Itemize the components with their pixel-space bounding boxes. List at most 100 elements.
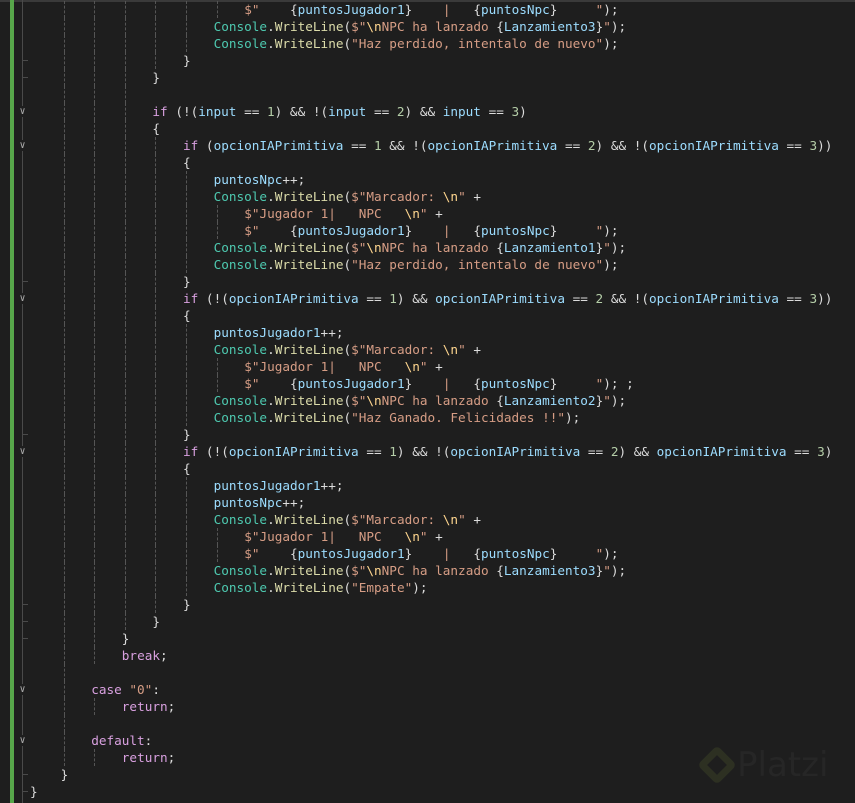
indent-guide (63, 443, 65, 460)
code-line[interactable]: Console.WriteLine("Haz perdido, intental… (214, 256, 619, 273)
code-line[interactable]: if (!(opcionIAPrimitiva == 1) && !(opcio… (183, 443, 832, 460)
code-line[interactable]: break; (122, 647, 168, 664)
code-line[interactable]: Console.WriteLine($"Marcador: \n" + (214, 511, 481, 528)
code-line[interactable]: Console.WriteLine($"Marcador: \n" + (214, 341, 481, 358)
indent-guide (63, 290, 65, 307)
code-line[interactable]: default: (91, 732, 152, 749)
indent-guide (155, 375, 157, 392)
code-line[interactable]: $"Jugador 1| NPC \n" + (244, 358, 443, 375)
token-str: " (419, 359, 428, 374)
fold-chevron-icon[interactable]: ∨ (17, 106, 28, 117)
token-num: 2 (587, 138, 596, 153)
code-line[interactable]: } (183, 273, 191, 290)
code-editor[interactable]: $" {puntosJugador1} | {puntosNpc} "); Con… (0, 0, 855, 803)
code-line[interactable]: $" {puntosJugador1} | {puntosNpc} "); (244, 545, 618, 562)
indent-guide (124, 443, 126, 460)
code-line[interactable]: Console.WriteLine("Empate"); (214, 579, 428, 596)
code-line[interactable]: return; (122, 749, 175, 766)
token-pun: { (183, 308, 191, 323)
code-line[interactable]: Console.WriteLine($"\nNPC ha lanzado {La… (214, 18, 627, 35)
indent-guide (155, 18, 157, 35)
token-pun: . (267, 342, 275, 357)
fold-chevron-icon[interactable]: ∨ (17, 293, 28, 304)
token-pun: + (435, 206, 443, 221)
token-pun (282, 104, 290, 119)
fold-end-marker (22, 621, 28, 622)
indent-guide (63, 239, 65, 256)
token-pun: { (473, 2, 482, 17)
code-line[interactable]: $" {puntosJugador1} | {puntosNpc} "); (244, 1, 618, 18)
indent-guide (124, 596, 126, 613)
indent-guide (94, 52, 96, 69)
token-pun: ) (603, 546, 611, 561)
code-line[interactable]: Console.WriteLine($"Marcador: \n" + (214, 188, 481, 205)
code-line[interactable]: $" {puntosJugador1} | {puntosNpc} "); ; (244, 375, 634, 392)
token-pun: ( (205, 291, 214, 306)
token-pun: { (290, 223, 298, 238)
code-line[interactable]: Console.WriteLine("Haz perdido, intental… (214, 35, 619, 52)
token-cls: Console (213, 36, 268, 51)
code-line[interactable]: puntosJugador1++; (214, 324, 344, 341)
code-line[interactable]: Console.WriteLine($"\nNPC ha lanzado {La… (214, 239, 627, 256)
token-pun: = (496, 104, 504, 119)
code-line[interactable]: if (!(input == 1) && !(input == 2) && in… (152, 103, 526, 120)
token-id: puntosNpc (481, 546, 550, 561)
code-line[interactable]: } (152, 613, 160, 630)
code-line[interactable]: if (!(opcionIAPrimitiva == 1) && opcionI… (183, 290, 832, 307)
token-str: " (603, 563, 611, 578)
code-line[interactable]: case "0": (91, 681, 160, 698)
code-line[interactable]: } (61, 766, 69, 783)
code-line[interactable]: puntosNpc++; (214, 494, 306, 511)
token-pun: ; (335, 325, 344, 340)
token-num: 2 (396, 104, 405, 119)
token-id: puntosJugador1 (297, 2, 405, 17)
indent-guide (155, 171, 157, 188)
token-pun: ) (618, 444, 627, 459)
code-line[interactable]: } (183, 52, 191, 69)
indent-guide (94, 613, 96, 630)
code-line[interactable]: } (183, 426, 191, 443)
code-line[interactable]: } (30, 783, 38, 800)
indent-guide (124, 307, 126, 324)
code-line[interactable]: $" {puntosJugador1} | {puntosNpc} "); (244, 222, 618, 239)
code-line[interactable]: Console.WriteLine($"\nNPC ha lanzado {La… (214, 562, 627, 579)
fold-chevron-icon[interactable]: ∨ (17, 446, 28, 457)
token-pun: = (580, 291, 588, 306)
fold-chevron-icon[interactable]: ∨ (17, 735, 28, 746)
code-line[interactable]: { (183, 307, 191, 324)
token-pun: ( (343, 189, 352, 204)
token-esc: \n (404, 206, 420, 221)
indent-guide (63, 392, 65, 409)
code-line[interactable]: if (opcionIAPrimitiva == 1 && !(opcionIA… (183, 137, 832, 154)
token-pun: ( (343, 563, 352, 578)
token-pun: = (373, 104, 382, 119)
token-pun: { (290, 376, 298, 391)
code-line[interactable]: } (183, 596, 191, 613)
code-line[interactable]: } (152, 69, 160, 86)
code-line[interactable]: puntosNpc++; (214, 171, 306, 188)
code-line[interactable]: $"Jugador 1| NPC \n" + (244, 528, 443, 545)
code-line[interactable]: Console.WriteLine("Haz Ganado. Felicidad… (214, 409, 581, 426)
code-line[interactable]: { (183, 460, 191, 477)
token-pun: = (786, 291, 795, 306)
token-pun: ( (641, 138, 650, 153)
token-pun: ) (603, 223, 611, 238)
token-pun (198, 291, 206, 306)
indent-guide (94, 630, 96, 647)
indent-guide (186, 528, 187, 545)
token-pun: ) (824, 291, 833, 306)
token-pun (626, 138, 634, 153)
code-line[interactable]: return; (122, 698, 175, 715)
code-line[interactable]: $"Jugador 1| NPC \n" + (244, 205, 443, 222)
code-line[interactable]: } (122, 630, 130, 647)
code-line[interactable]: puntosJugador1++; (214, 477, 344, 494)
code-line[interactable]: { (152, 120, 160, 137)
token-pun: & (618, 291, 627, 306)
indent-guide (186, 205, 187, 222)
code-line[interactable]: { (183, 154, 191, 171)
fold-chevron-icon[interactable]: ∨ (17, 140, 28, 151)
token-pun (603, 291, 611, 306)
fold-chevron-icon[interactable]: ∨ (17, 684, 28, 695)
code-line[interactable]: Console.WriteLine($"\nNPC ha lanzado {La… (214, 392, 627, 409)
indent-guide (186, 562, 187, 579)
